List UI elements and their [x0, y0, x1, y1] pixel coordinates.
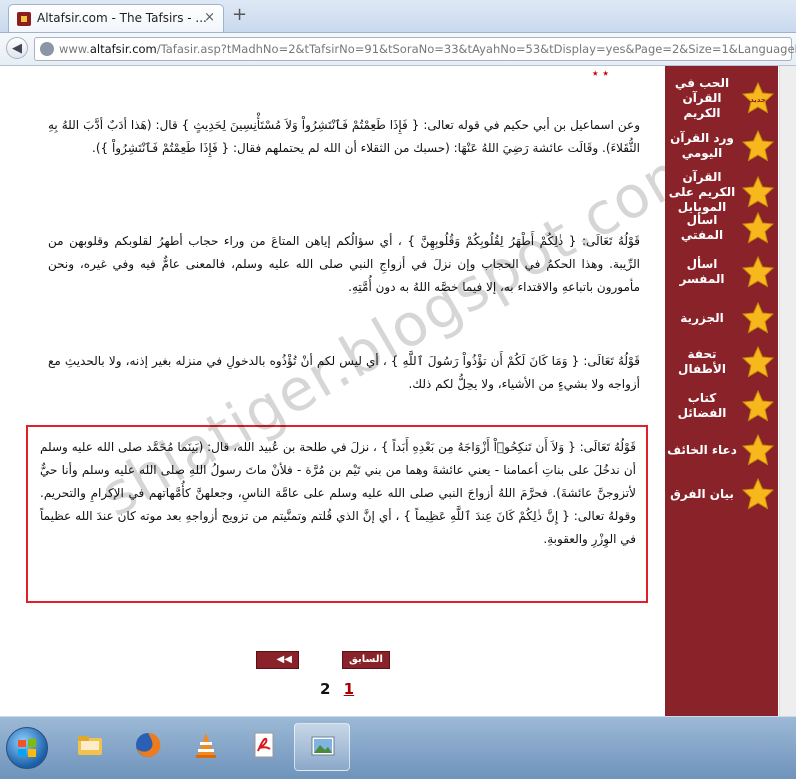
star-icon: [742, 346, 774, 378]
star-icon: [742, 256, 774, 288]
next-page-button[interactable]: ◀◀ التالي: [256, 651, 299, 681]
new-badge-text: جديد: [750, 96, 766, 104]
sidebar-item-label: الجزرية: [680, 310, 724, 325]
sidebar-item[interactable]: دعاء الخائف: [666, 428, 778, 472]
back-button[interactable]: ◀: [6, 37, 28, 59]
sidebar-item[interactable]: الجزرية: [666, 296, 778, 340]
sidebar-item[interactable]: ورد القرآن اليومي: [666, 124, 778, 168]
sidebar-item[interactable]: اسأل المفسر: [666, 250, 778, 294]
pdf-icon: [254, 732, 274, 758]
address-bar[interactable]: www.altafsir.com/Tafasir.asp?tMadhNo=2&t…: [34, 37, 796, 61]
image-viewer-icon: [311, 736, 335, 756]
taskbar-firefox[interactable]: [120, 723, 176, 771]
tafsir-paragraph-1: وعن اسماعيل بن أبي حكيم في قوله تعالى: {…: [48, 118, 640, 155]
globe-icon: [40, 42, 54, 56]
decorative-mark: ٭ ٭: [592, 66, 609, 80]
page-content: ٭ ٭ وعن اسماعيل بن أبي حكيم في قوله تعال…: [0, 66, 796, 716]
vlc-cone-icon: [196, 733, 216, 758]
sidebar-item-label: بيان الفرق: [670, 486, 734, 501]
new-tab-button[interactable]: +: [232, 5, 247, 25]
sidebar-item-label: اسأل المفسر: [679, 257, 725, 286]
sidebar-item-label: تحفة الأطفال: [678, 347, 726, 376]
sidebar-item[interactable]: كتاب الفضائل: [666, 384, 778, 428]
page-link-2[interactable]: 2: [320, 680, 330, 698]
navigation-toolbar: ◀ www.altafsir.com/Tafasir.asp?tMadhNo=2…: [0, 33, 796, 66]
sidebar-item-label: اسأل المفتي: [680, 213, 724, 242]
taskbar-file-explorer[interactable]: [62, 723, 118, 771]
firefox-icon: [136, 732, 161, 757]
previous-page-button[interactable]: السابق ▶▶: [342, 651, 390, 681]
sidebar-item-label: دعاء الخائف: [667, 442, 737, 457]
star-icon: [742, 478, 774, 510]
star-new-icon: جديد: [742, 82, 774, 114]
folder-icon: [78, 736, 102, 755]
sidebar-item[interactable]: بيان الفرق: [666, 472, 778, 516]
sidebar-item-label: الحب في القرآن الكريم: [674, 75, 730, 120]
taskbar-vlc[interactable]: [178, 723, 234, 771]
star-icon: [742, 302, 774, 334]
taskbar-pdf-reader[interactable]: [236, 723, 292, 771]
windows-taskbar: [0, 716, 796, 779]
page-numbers: 2 1: [320, 680, 354, 698]
page-link-1[interactable]: 1: [344, 680, 354, 698]
star-icon: [742, 212, 774, 244]
star-icon: [742, 176, 774, 208]
start-button[interactable]: [6, 727, 48, 769]
sidebar-item[interactable]: تحفة الأطفال: [666, 340, 778, 384]
sidebar-item-label: كتاب الفضائل: [677, 391, 727, 420]
windows-logo-icon: [18, 739, 36, 757]
vertical-scrollbar[interactable]: [779, 66, 796, 716]
star-icon: [742, 434, 774, 466]
star-icon: [742, 390, 774, 422]
browser-tab-bar: Altafsir.com - The Tafsirs - ... × +: [0, 0, 796, 33]
sidebar-item-label: ورد القرآن اليومي: [670, 131, 734, 160]
site-favicon-icon: [17, 12, 31, 26]
sidebar-item[interactable]: الحب في القرآن الكريم جديد: [666, 76, 778, 120]
tab-title: Altafsir.com - The Tafsirs - ...: [37, 11, 207, 25]
sidebar-item[interactable]: اسأل المفتي: [666, 206, 778, 250]
taskbar-image-viewer[interactable]: [294, 723, 350, 771]
url-text: www.altafsir.com/Tafasir.asp?tMadhNo=2&t…: [59, 42, 796, 56]
browser-tab[interactable]: Altafsir.com - The Tafsirs - ... ×: [8, 4, 224, 32]
close-tab-icon[interactable]: ×: [204, 10, 215, 25]
star-icon: [742, 130, 774, 162]
